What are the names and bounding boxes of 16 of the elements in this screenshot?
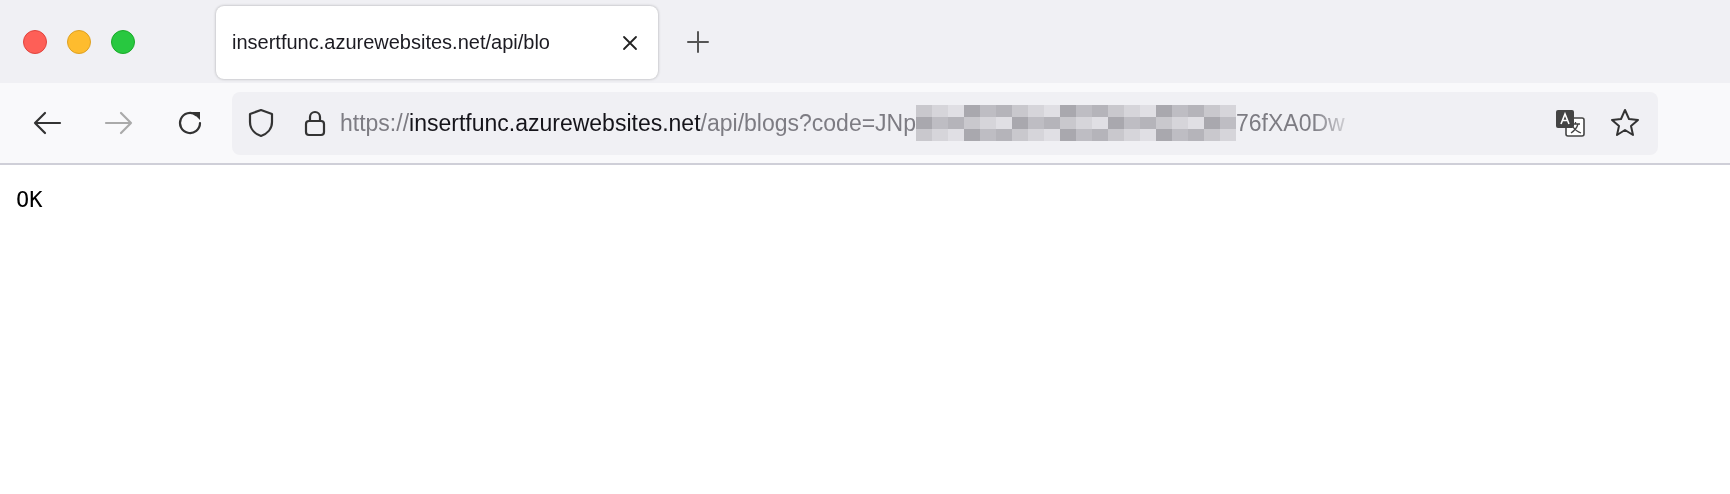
shield-icon[interactable]	[248, 108, 274, 138]
zoom-window-button[interactable]	[111, 29, 135, 54]
close-window-button[interactable]	[23, 29, 47, 54]
page-text: OK	[16, 187, 43, 212]
back-icon[interactable]	[32, 111, 62, 135]
translate-icon[interactable]	[1554, 108, 1586, 138]
close-icon[interactable]	[622, 34, 638, 51]
url-text: 76fXA0Dw	[1236, 109, 1345, 137]
address-field[interactable]: https://insertfunc.azurewebsites.net/api/blogs?code=JNp 76fXA0Dw	[232, 91, 1658, 155]
tab-title: insertfunc.azurewebsites.net/api/blo	[232, 31, 551, 54]
reload-icon[interactable]	[176, 109, 204, 137]
browser-tab[interactable]: insertfunc.azurewebsites.net/api/blo	[216, 6, 658, 79]
plus-icon[interactable]	[686, 29, 710, 54]
lock-icon[interactable]	[304, 109, 326, 137]
url-text: https://insertfunc.azurewebsites.net/api/blogs?code=JNp	[340, 109, 916, 137]
star-icon[interactable]	[1610, 108, 1640, 138]
